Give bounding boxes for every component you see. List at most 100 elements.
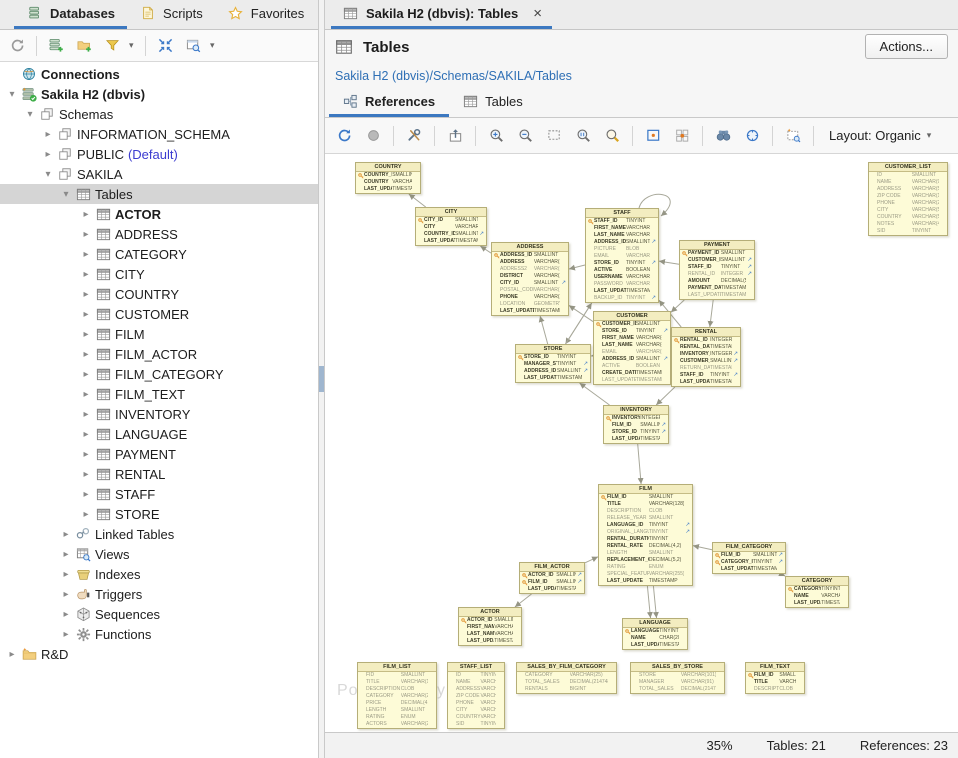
- expander-icon[interactable]: ▸: [78, 489, 94, 500]
- tab-databases[interactable]: Databases: [14, 0, 127, 29]
- expander-icon[interactable]: ▾: [58, 189, 74, 200]
- tree-item-schemas[interactable]: ▾Schemas: [0, 104, 318, 124]
- expander-icon[interactable]: ▸: [78, 409, 94, 420]
- expander-icon[interactable]: ▸: [40, 129, 56, 140]
- tree-item-store[interactable]: ▸STORE: [0, 504, 318, 524]
- expander-icon[interactable]: ▾: [4, 89, 20, 100]
- tree-item-information-schema[interactable]: ▸INFORMATION_SCHEMA: [0, 124, 318, 144]
- entity-actor[interactable]: ACTORACTOR_IDSMALLINTFIRST_NAMEVARCHAR(4…: [458, 607, 522, 646]
- tree-item-address[interactable]: ▸ADDRESS: [0, 224, 318, 244]
- locate-icon[interactable]: [182, 35, 204, 57]
- expander-icon[interactable]: ▸: [4, 649, 20, 660]
- collapse-all-icon[interactable]: [154, 35, 176, 57]
- tree-item-r-d[interactable]: ▸R&D: [0, 644, 318, 664]
- entity-store[interactable]: STORESTORE_IDTINYINTMANAGER_STAFF_IDTINY…: [515, 344, 591, 383]
- entity-sales_by_store[interactable]: SALES_BY_STORESTOREVARCHAR(101)MANAGERVA…: [630, 662, 725, 694]
- expander-icon[interactable]: ▸: [78, 469, 94, 480]
- expander-icon[interactable]: ▸: [78, 349, 94, 360]
- tree-item-film-category[interactable]: ▸FILM_CATEGORY: [0, 364, 318, 384]
- tree-item-public[interactable]: ▸PUBLIC(Default): [0, 144, 318, 164]
- tree-item-indexes[interactable]: ▸Indexes: [0, 564, 318, 584]
- splitter-grip[interactable]: [319, 366, 324, 392]
- tree-item-film-text[interactable]: ▸FILM_TEXT: [0, 384, 318, 404]
- entity-category[interactable]: CATEGORYCATEGORY_IDTINYINTNAMEVARCHAR(25…: [785, 576, 849, 608]
- actions-button[interactable]: Actions...: [865, 34, 948, 59]
- entity-customer_list[interactable]: CUSTOMER_LISTIDSMALLINTNAMEVARCHAR(91)AD…: [868, 162, 948, 236]
- tree-item-customer[interactable]: ▸CUSTOMER: [0, 304, 318, 324]
- entity-payment[interactable]: PAYMENTPAYMENT_IDSMALLINTCUSTOMER_IDSMAL…: [679, 240, 755, 300]
- dropdown-caret-icon[interactable]: ▾: [129, 40, 137, 51]
- zoom-actual-icon[interactable]: [572, 125, 594, 147]
- fit-content-icon[interactable]: [642, 125, 664, 147]
- expander-icon[interactable]: ▸: [78, 449, 94, 460]
- expander-icon[interactable]: ▸: [58, 609, 74, 620]
- refresh-icon[interactable]: [6, 35, 28, 57]
- tree-item-staff[interactable]: ▸STAFF: [0, 484, 318, 504]
- tab-references[interactable]: References: [329, 88, 449, 117]
- expander-icon[interactable]: ▸: [78, 309, 94, 320]
- entity-address[interactable]: ADDRESSADDRESS_IDSMALLINTADDRESSVARCHAR(…: [491, 242, 569, 316]
- expander-icon[interactable]: ▸: [58, 529, 74, 540]
- layout-selector[interactable]: Layout: Organic▾: [829, 128, 935, 143]
- entity-film[interactable]: FILMFILM_IDSMALLINTTITLEVARCHAR(128)DESC…: [598, 484, 693, 586]
- tree-item-category[interactable]: ▸CATEGORY: [0, 244, 318, 264]
- tree-item-language[interactable]: ▸LANGUAGE: [0, 424, 318, 444]
- tree-item-linked-tables[interactable]: ▸Linked Tables: [0, 524, 318, 544]
- expander-icon[interactable]: ▸: [78, 289, 94, 300]
- entity-rental[interactable]: RENTALRENTAL_IDINTEGERRENTAL_DATETIMESTA…: [671, 327, 741, 387]
- object-tab-sakila-tables[interactable]: Sakila H2 (dbvis): Tables ×: [331, 0, 552, 29]
- zoom-out-icon[interactable]: [514, 125, 536, 147]
- stop-icon[interactable]: [362, 125, 384, 147]
- tree-item-country[interactable]: ▸COUNTRY: [0, 284, 318, 304]
- entity-customer[interactable]: CUSTOMERCUSTOMER_IDSMALLINTSTORE_IDTINYI…: [593, 311, 671, 385]
- tree-item-connections[interactable]: Connections: [0, 64, 318, 84]
- tree-item-payment[interactable]: ▸PAYMENT: [0, 444, 318, 464]
- entity-country[interactable]: COUNTRYCOUNTRY_IDSMALLINTCOUNTRYVARCHAR(…: [355, 162, 421, 194]
- zoom-in-icon[interactable]: [485, 125, 507, 147]
- breadcrumb-link[interactable]: Sakila H2 (dbvis)/Schemas/SAKILA/Tables: [335, 69, 572, 83]
- tree-item-sakila[interactable]: ▾SAKILA: [0, 164, 318, 184]
- expander-icon[interactable]: ▸: [58, 569, 74, 580]
- expander-icon[interactable]: ▸: [78, 369, 94, 380]
- entity-film_category[interactable]: FILM_CATEGORYFILM_IDSMALLINT↗CATEGORY_ID…: [712, 542, 786, 574]
- export-icon[interactable]: [444, 125, 466, 147]
- tree-item-actor[interactable]: ▸ACTOR: [0, 204, 318, 224]
- refresh-blue-icon[interactable]: [333, 125, 355, 147]
- expander-icon[interactable]: ▸: [78, 269, 94, 280]
- entity-film_list[interactable]: FILM_LISTFIDSMALLINTTITLEVARCHAR(128)DES…: [357, 662, 437, 729]
- tree-item-inventory[interactable]: ▸INVENTORY: [0, 404, 318, 424]
- tree-item-views[interactable]: ▸Views: [0, 544, 318, 564]
- expander-icon[interactable]: ▸: [78, 429, 94, 440]
- tree-item-functions[interactable]: ▸Functions: [0, 624, 318, 644]
- tree-item-rental[interactable]: ▸RENTAL: [0, 464, 318, 484]
- entity-sales_by_film_category[interactable]: SALES_BY_FILM_CATEGORYCATEGORYVARCHAR(25…: [516, 662, 617, 694]
- expander-icon[interactable]: ▸: [58, 589, 74, 600]
- new-connection-icon[interactable]: [45, 35, 67, 57]
- tab-scripts[interactable]: Scripts: [127, 0, 215, 29]
- expander-icon[interactable]: ▸: [78, 249, 94, 260]
- entity-film_text[interactable]: FILM_TEXTFILM_IDSMALLINTTITLEVARCHAR(255…: [745, 662, 805, 694]
- tab-tables[interactable]: Tables: [449, 88, 537, 117]
- expander-icon[interactable]: ▸: [78, 229, 94, 240]
- tree-item-sakila-h2-dbvis-[interactable]: ▾Sakila H2 (dbvis): [0, 84, 318, 104]
- binoculars-icon[interactable]: [712, 125, 734, 147]
- new-folder-icon[interactable]: [73, 35, 95, 57]
- tree-item-film-actor[interactable]: ▸FILM_ACTOR: [0, 344, 318, 364]
- expander-icon[interactable]: ▸: [78, 209, 94, 220]
- zoom-search-icon[interactable]: [601, 125, 623, 147]
- expander-icon[interactable]: ▸: [40, 149, 56, 160]
- tree-item-triggers[interactable]: ▸Triggers: [0, 584, 318, 604]
- dropdown-caret-icon[interactable]: ▾: [210, 40, 218, 51]
- entity-film_actor[interactable]: FILM_ACTORACTOR_IDSMALLINT↗FILM_IDSMALLI…: [519, 562, 585, 594]
- tree-item-city[interactable]: ▸CITY: [0, 264, 318, 284]
- expander-icon[interactable]: ▸: [78, 509, 94, 520]
- tree-item-film[interactable]: ▸FILM: [0, 324, 318, 344]
- references-diagram-canvas[interactable]: Powered by yFiles COUNTRYCOUNTRY_IDSMALL…: [333, 154, 958, 732]
- entity-staff[interactable]: STAFFSTAFF_IDTINYINTFIRST_NAMEVARCHAR(45…: [585, 208, 659, 303]
- expander-icon[interactable]: ▾: [40, 169, 56, 180]
- expander-icon[interactable]: ▸: [78, 389, 94, 400]
- grid-layout-icon[interactable]: [671, 125, 693, 147]
- entity-staff_list[interactable]: STAFF_LISTIDTINYINTNAMEVARCHAR(91)ADDRES…: [447, 662, 505, 729]
- expander-icon[interactable]: ▸: [78, 329, 94, 340]
- expander-icon[interactable]: ▾: [22, 109, 38, 120]
